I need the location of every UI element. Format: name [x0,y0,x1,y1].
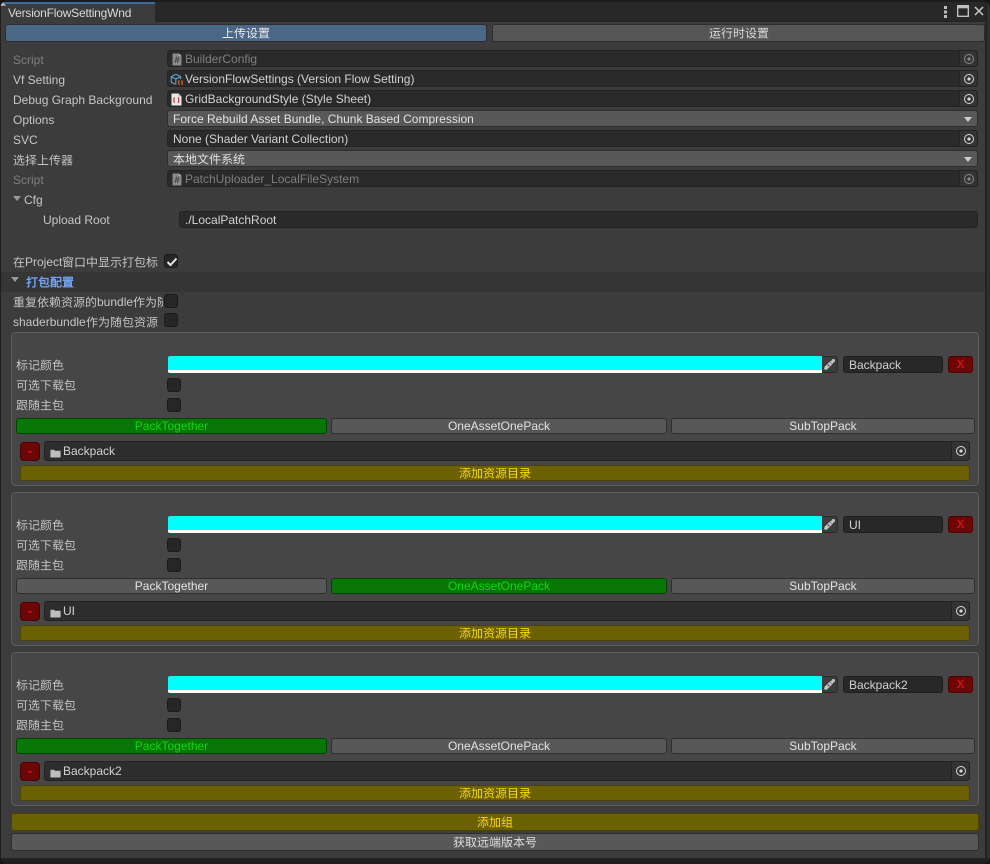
svg-text:#: # [174,55,179,65]
svg-text:#: # [174,175,179,185]
